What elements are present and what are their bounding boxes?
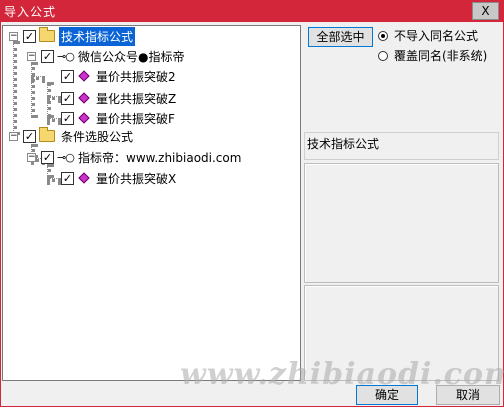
radio-label: 覆盖同名(非系统) (394, 49, 488, 63)
close-button[interactable]: X (472, 2, 499, 20)
tree-connector (47, 82, 51, 118)
checkbox[interactable]: ✓ (23, 129, 36, 143)
tree-expander[interactable]: − (27, 52, 36, 61)
tree-subfolder-wechat[interactable]: ✓ ⊸○ 微信公众号●指标帝 (41, 46, 186, 66)
cancel-button[interactable]: 取消 (436, 385, 500, 405)
tree-item[interactable]: ✓ 量价共振突破F (61, 108, 177, 128)
tree-group-label: 技术指标公式 (59, 26, 136, 46)
formula-description-box[interactable] (304, 163, 499, 283)
tree-connector (47, 96, 61, 100)
radio-no-import[interactable]: 不导入同名公式 (378, 27, 478, 44)
tree-subfolder-zhibiaodi[interactable]: ✓ ⊸○ 指标帝：www.zhibiaodi.com (41, 147, 243, 167)
tree-item-label: 量价共振突破F (96, 111, 175, 126)
tree-group-stock-screening[interactable]: ✓ 条件选股公式 (23, 126, 135, 146)
folder-icon (39, 127, 55, 142)
checkbox[interactable]: ✓ (41, 49, 54, 63)
tree-group-label: 条件选股公式 (61, 129, 134, 144)
radio-button[interactable] (378, 50, 388, 61)
radio-label: 不导入同名公式 (394, 29, 479, 43)
tree-connector (13, 41, 17, 135)
checkbox[interactable]: ✓ (23, 29, 36, 43)
tree-connector (31, 62, 35, 118)
key-icon: ⊸○ (57, 150, 75, 164)
tree-item-label: 量价共振突破X (96, 171, 177, 186)
ok-button[interactable]: 确定 (356, 385, 418, 405)
tree-item[interactable]: ✓ 量化共振突破Z (61, 88, 178, 108)
tree-item-label: 量价共振突破2 (96, 69, 176, 84)
tree-item[interactable]: ✓ 量价共振突破2 (61, 66, 178, 86)
radio-overwrite[interactable]: 覆盖同名(非系统) (378, 47, 487, 64)
tree-expander[interactable]: − (27, 153, 36, 162)
key-icon: ⊸○ (57, 49, 75, 63)
formula-icon (78, 172, 90, 184)
formula-preview-box[interactable] (304, 285, 499, 381)
formula-icon (78, 112, 90, 124)
folder-icon (39, 27, 55, 42)
radio-button[interactable] (378, 30, 388, 41)
checkbox[interactable]: ✓ (61, 69, 74, 83)
tree-subfolder-label: 微信公众号●指标帝 (78, 49, 185, 64)
tree-expander[interactable]: − (9, 132, 18, 141)
formula-icon (78, 92, 90, 104)
window-title: 导入公式 (4, 5, 57, 19)
window-titlebar: 导入公式 X (0, 0, 504, 22)
formula-icon (78, 70, 90, 82)
select-all-button[interactable]: 全部选中 (308, 27, 373, 47)
category-label: 技术指标公式 (304, 132, 499, 160)
tree-item-label: 量化共振突破Z (96, 91, 177, 106)
checkbox[interactable]: ✓ (41, 150, 54, 164)
tree-item[interactable]: ✓ 量价共振突破X (61, 168, 178, 188)
checkbox[interactable]: ✓ (61, 171, 74, 185)
tree-connector (47, 178, 61, 182)
tree-subfolder-label: 指标帝：www.zhibiaodi.com (78, 150, 242, 165)
checkbox[interactable]: ✓ (61, 111, 74, 125)
tree-expander[interactable]: − (9, 32, 18, 41)
tree-connector (31, 76, 45, 80)
tree-group-technical-indicators[interactable]: ✓ 技术指标公式 (23, 26, 136, 46)
formula-tree[interactable]: − ✓ 技术指标公式 − ✓ ⊸○ 微信公众号●指标帝 ✓ 量价共振突破2 ✓ … (2, 25, 301, 381)
tree-connector (47, 118, 61, 122)
checkbox[interactable]: ✓ (61, 91, 74, 105)
